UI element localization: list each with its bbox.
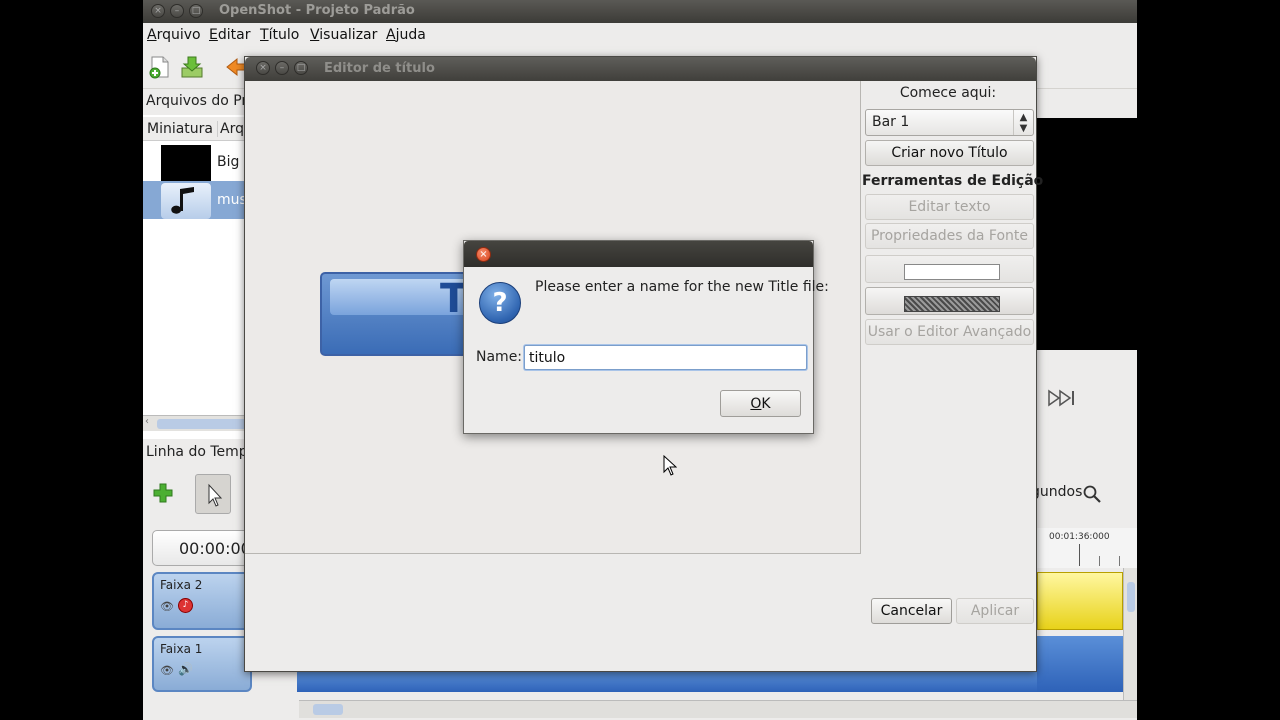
timeline-clip-video[interactable] [1037, 636, 1123, 692]
editor-button-bar: Cancelar Aplicar [245, 555, 1036, 671]
timeline-clip-audio[interactable] [1037, 572, 1123, 630]
files-hscrollbar[interactable]: ‹ [143, 415, 253, 431]
track-faixa-2[interactable]: Faixa 2 👁 ♪ [152, 572, 252, 630]
arrow-pointer-icon [208, 483, 223, 507]
minimize-icon[interactable]: – [275, 61, 289, 75]
menu-visualizar[interactable]: Visualizar [310, 27, 377, 43]
menu-titulo[interactable]: Título [260, 27, 299, 43]
track-name: Faixa 2 [160, 578, 203, 592]
eye-icon[interactable]: 👁 [160, 664, 174, 677]
add-track-icon[interactable] [152, 482, 174, 504]
files-panel-title: Arquivos do Pro [146, 93, 256, 109]
editor-side-panel: Comece aqui: Bar 1 ▲ ▼ Criar novo Título … [862, 81, 1044, 554]
title-template-preview: T [320, 272, 470, 356]
menu-ajuda[interactable]: Ajuda [386, 27, 426, 43]
video-thumbnail [161, 145, 211, 181]
ruler-tick [1079, 544, 1080, 566]
maximize-icon[interactable]: □ [294, 61, 308, 75]
track-faixa-1[interactable]: Faixa 1 👁 🔊 [152, 636, 252, 692]
stroke-color-button[interactable] [865, 287, 1034, 315]
close-icon[interactable]: × [256, 61, 270, 75]
select-tool-button[interactable] [195, 474, 231, 514]
scroll-thumb[interactable] [157, 419, 247, 429]
chevron-updown-icon: ▲ ▼ [1013, 110, 1033, 135]
editor-title: Editor de título [324, 61, 435, 76]
stroke-color-swatch [904, 296, 1000, 312]
column-thumbnail[interactable]: Miniatura [147, 121, 213, 137]
timeline-label: Linha do Tempo [146, 444, 257, 460]
scroll-left-icon[interactable]: ‹ [145, 416, 149, 427]
zoom-icon[interactable] [1082, 484, 1102, 504]
timeline-toolbar [143, 472, 253, 516]
advanced-editor-button[interactable]: Usar o Editor Avançado [865, 319, 1034, 345]
apply-button[interactable]: Aplicar [956, 598, 1034, 624]
maximize-icon[interactable]: □ [189, 4, 203, 18]
prompt-titlebar: × [464, 241, 813, 267]
fill-color-swatch [904, 264, 1000, 280]
menubar: Arquivo Editar Título Visualizar Ajuda [143, 23, 1137, 47]
ok-button[interactable]: OK [720, 390, 801, 417]
new-project-icon[interactable] [147, 54, 173, 80]
file-row-selected[interactable]: mus [143, 181, 253, 219]
create-title-button[interactable]: Criar novo Título [865, 140, 1034, 166]
speaker-icon[interactable]: 🔊 [178, 662, 193, 676]
editor-titlebar: × – □ Editor de título [245, 57, 1036, 81]
skip-end-icon[interactable] [1047, 388, 1079, 408]
question-icon: ? [479, 282, 521, 324]
video-preview [1037, 118, 1137, 350]
mute-icon[interactable]: ♪ [178, 598, 193, 613]
name-prompt-dialog: × ? Please enter a name for the new Titl… [463, 240, 829, 434]
scroll-thumb[interactable] [313, 704, 343, 715]
start-label: Comece aqui: [899, 85, 997, 101]
font-properties-button[interactable]: Propriedades da Fonte [865, 223, 1034, 249]
prompt-message: Please enter a name for the new Title fi… [535, 279, 829, 295]
timeline-ruler[interactable]: 00:01:36:000 [1037, 528, 1137, 568]
template-select[interactable]: Bar 1 ▲ ▼ [865, 109, 1034, 136]
timeline-clip[interactable] [297, 672, 1037, 692]
edit-text-button[interactable]: Editar texto [865, 194, 1034, 220]
music-note-icon [161, 183, 211, 219]
ruler-tick [1119, 556, 1120, 566]
name-input[interactable] [524, 345, 807, 370]
zoom-label: gundos [1031, 484, 1083, 500]
file-row[interactable]: Big I [143, 143, 253, 181]
playback-controls [1037, 350, 1137, 450]
timeline-vscrollbar[interactable] [1123, 568, 1137, 700]
menu-editar[interactable]: Editar [209, 27, 250, 43]
ruler-time: 00:01:36:000 [1049, 532, 1110, 542]
close-icon[interactable]: × [151, 4, 165, 18]
main-titlebar: × – □ OpenShot - Projeto Padrão [143, 0, 1137, 23]
cancel-button[interactable]: Cancelar [871, 598, 952, 624]
files-panel-header: Arquivos do Pro [143, 89, 256, 115]
mouse-pointer-icon [663, 455, 677, 476]
timeline-hscrollbar[interactable] [299, 700, 1137, 718]
save-project-icon[interactable] [179, 54, 205, 80]
scroll-thumb[interactable] [1127, 582, 1135, 612]
eye-icon[interactable]: 👁 [160, 600, 174, 613]
project-files-panel: Arquivos do Pro Miniatura Arqu Big I mus… [143, 89, 256, 439]
menu-arquivo[interactable]: Arquivo [147, 27, 201, 43]
window-title: OpenShot - Projeto Padrão [219, 3, 415, 18]
fill-color-button[interactable] [865, 255, 1034, 283]
template-selected: Bar 1 [872, 114, 910, 130]
track-name: Faixa 1 [160, 642, 203, 656]
files-column-headers: Miniatura Arqu [143, 117, 253, 141]
name-label: Name: [476, 349, 523, 365]
minimize-icon[interactable]: – [170, 4, 184, 18]
editing-tools-label: Ferramentas de Edição [862, 173, 1044, 189]
file-name: mus [217, 192, 247, 208]
ruler-tick [1099, 556, 1100, 566]
close-icon[interactable]: × [476, 247, 491, 262]
